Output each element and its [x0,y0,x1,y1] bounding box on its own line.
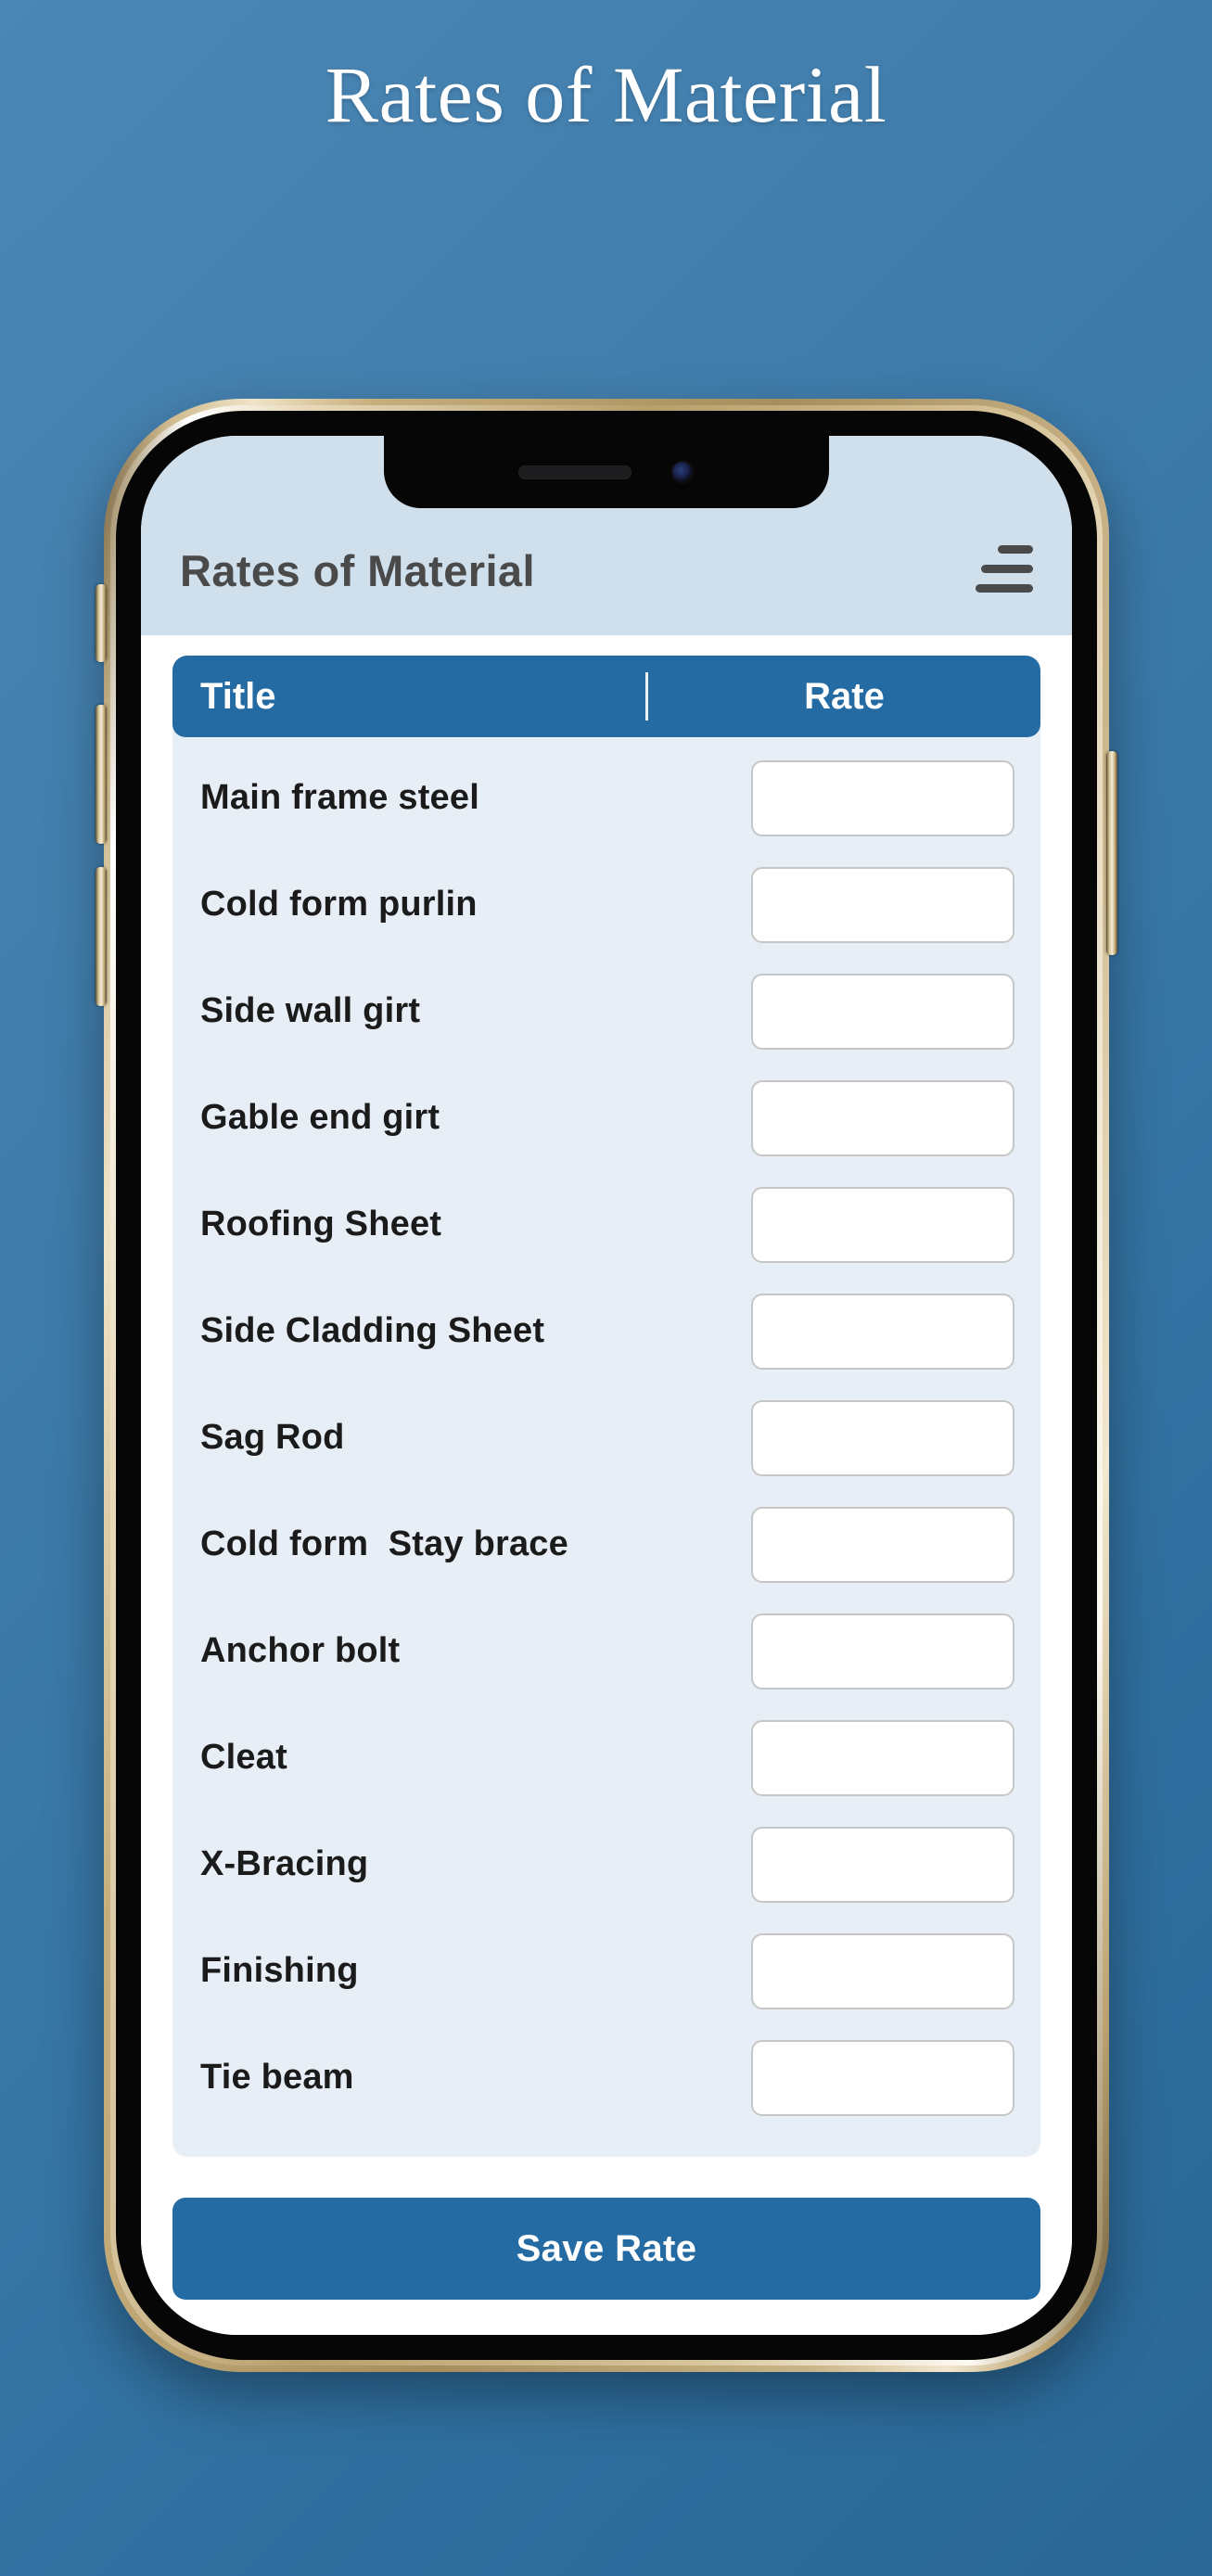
row-title-label: Tie beam [200,2058,354,2097]
table-row: Anchor bolt [172,1598,1040,1704]
save-rate-button[interactable]: Save Rate [172,2198,1040,2300]
row-title-label: Cold form Stay brace [200,1524,568,1563]
row-title-label: X-Bracing [200,1844,369,1883]
silent-switch[interactable] [96,584,107,662]
hamburger-line-top [998,545,1033,554]
row-title-label: Cleat [200,1738,287,1777]
hamburger-menu-icon[interactable] [976,545,1033,596]
row-title-label: Sag Rod [200,1418,345,1457]
rate-input[interactable] [751,1079,1014,1156]
save-area: Save Rate [172,2157,1040,2300]
table-row: Finishing [172,1918,1040,2024]
rate-input[interactable] [751,1186,1014,1263]
rate-input[interactable] [751,1826,1014,1903]
row-title-label: Side Cladding Sheet [200,1311,545,1350]
page-title: Rates of Material [325,50,887,139]
column-header-title: Title [200,675,276,717]
table-row: Main frame steel [172,745,1040,851]
table-row: Cold form Stay brace [172,1491,1040,1598]
rate-input[interactable] [751,759,1014,836]
power-button[interactable] [1106,751,1117,955]
volume-down-button[interactable] [96,867,107,1006]
hamburger-line-bottom [976,584,1033,593]
table-row: Roofing Sheet [172,1171,1040,1278]
rate-input[interactable] [751,1399,1014,1476]
rate-input[interactable] [751,1293,1014,1370]
app-content: Title Rate Main frame steel Cold form pur… [141,635,1072,2335]
table-row: Tie beam [172,2024,1040,2131]
table-row: Cleat [172,1704,1040,1811]
phone-mockup: Rates of Material Title Rate Main frame … [96,399,1117,2372]
table-header-row: Title Rate [172,656,1040,737]
table-row: Side wall girt [172,958,1040,1065]
rate-input[interactable] [751,866,1014,943]
column-divider [645,672,648,721]
row-title-label: Finishing [200,1951,359,1990]
table-rows: Main frame steel Cold form purlin Side wal… [172,737,1040,2157]
table-row: Cold form purlin [172,851,1040,958]
row-title-label: Anchor bolt [200,1631,401,1670]
table-row: X-Bracing [172,1811,1040,1918]
speaker-grille-icon [518,465,632,479]
front-camera-icon [670,460,695,484]
row-title-label: Cold form purlin [200,885,478,924]
phone-notch [384,436,829,508]
table-row: Sag Rod [172,1384,1040,1491]
column-header-rate: Rate [804,675,885,717]
rates-table-panel: Title Rate Main frame steel Cold form pur… [172,656,1040,2157]
table-row: Gable end girt [172,1065,1040,1171]
rate-input[interactable] [751,973,1014,1050]
volume-up-button[interactable] [96,705,107,844]
phone-screen: Rates of Material Title Rate Main frame … [141,436,1072,2335]
row-title-label: Roofing Sheet [200,1205,442,1243]
app-bar-title: Rates of Material [180,546,535,595]
rate-input[interactable] [751,1506,1014,1583]
row-title-label: Gable end girt [200,1098,440,1137]
rate-input[interactable] [751,1613,1014,1690]
row-title-label: Side wall girt [200,991,421,1030]
rate-input[interactable] [751,2039,1014,2116]
row-title-label: Main frame steel [200,778,479,817]
rate-input[interactable] [751,1719,1014,1796]
rate-input[interactable] [751,1932,1014,2009]
table-row: Side Cladding Sheet [172,1278,1040,1384]
hamburger-line-middle [981,565,1033,573]
